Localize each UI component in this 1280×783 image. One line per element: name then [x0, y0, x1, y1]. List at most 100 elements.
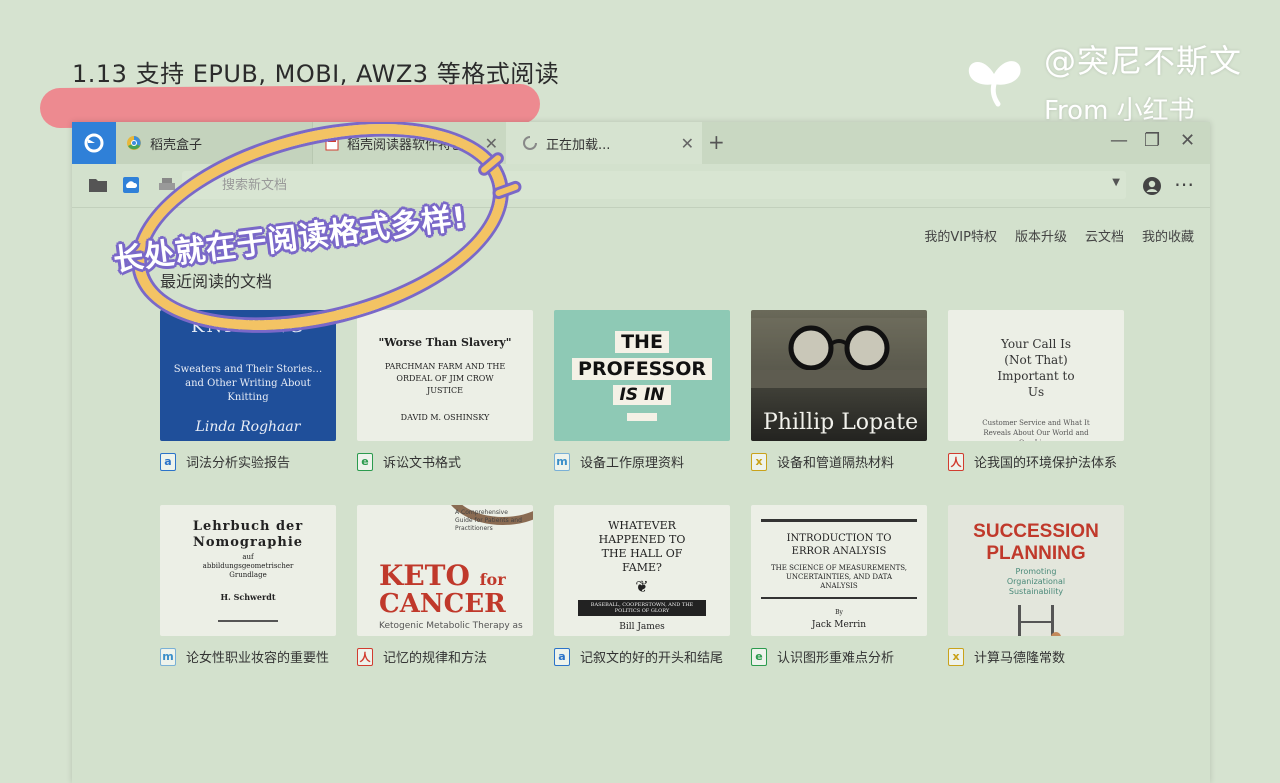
cover-by: By: [835, 609, 843, 616]
book-cover: Lehrbuch der Nomographie auf abbildungsg…: [160, 505, 336, 636]
document-card[interactable]: THE PROFESSOR IS IN m 设备工作原理资料: [554, 310, 730, 471]
quick-links: 我的VIP特权 版本升级 云文档 我的收藏: [924, 226, 1194, 245]
document-name: 设备工作原理资料: [580, 456, 685, 471]
cover-subtitle: Customer Service and What It Reveals Abo…: [982, 419, 1090, 441]
close-tab-icon[interactable]: ✕: [681, 134, 694, 153]
tab-loading[interactable]: 正在加载... ✕: [506, 122, 702, 164]
cover-author: DAVID M. OSHINSKY: [400, 413, 490, 422]
pdf-file-icon: 人: [357, 647, 373, 666]
document-card[interactable]: Your Call Is (Not That) Important to Us …: [948, 310, 1124, 471]
azw3-file-icon: x: [751, 452, 767, 471]
document-card[interactable]: A Comprehensive Guide for Patients and P…: [357, 505, 533, 666]
cover-rule: [218, 620, 278, 622]
document-card[interactable]: WHATEVER HAPPENED TO THE HALL OF FAME? ❦…: [554, 505, 730, 666]
restore-button[interactable]: ❐: [1144, 130, 1160, 151]
cover-subtitle: Sweaters and Their Stories…and Other Wri…: [173, 364, 323, 403]
chrome-icon: [127, 136, 141, 150]
cover-subtitle: THE SCIENCE OF MEASUREMENTS, UNCERTAINTI…: [770, 564, 908, 590]
document-name: 计算马德隆常数: [974, 651, 1066, 666]
document-card[interactable]: Lehrbuch der Nomographie auf abbildungsg…: [160, 505, 336, 666]
watermark-author: @突尼不斯文: [1043, 42, 1242, 80]
close-window-button[interactable]: ✕: [1180, 130, 1195, 151]
close-tab-icon[interactable]: ✕: [485, 134, 498, 153]
cloud-doc-icon[interactable]: [122, 176, 140, 194]
cover-author: Linda Roghaar: [195, 419, 301, 435]
minimize-button[interactable]: —: [1110, 130, 1128, 151]
cover-title: Lehrbuch der Nomographie: [192, 519, 304, 550]
cover-rule: [761, 519, 917, 522]
cover-title: Your Call Is (Not That) Important to Us: [997, 337, 1075, 399]
lectern-graphic: [627, 412, 657, 421]
document-name: 论我国的环境保护法体系: [974, 456, 1118, 471]
link-my-favorites[interactable]: 我的收藏: [1142, 226, 1194, 245]
link-vip-privileges[interactable]: 我的VIP特权: [924, 226, 997, 245]
word-file-icon: a: [160, 452, 176, 471]
cover-title: INTRODUCTION TO ERROR ANALYSIS: [786, 533, 892, 557]
document-card[interactable]: SUCCESSION PLANNING Promoting Organizati…: [948, 505, 1124, 666]
eyeglasses-graphic: [751, 318, 927, 388]
document-name: 论女性职业妆容的重要性: [186, 651, 330, 666]
cover-title: "Worse Than Slavery": [378, 336, 512, 349]
book-cover: SUCCESSION PLANNING Promoting Organizati…: [948, 505, 1124, 636]
more-options-icon[interactable]: ⋯: [1174, 172, 1194, 196]
book-cover: Your Call Is (Not That) Important to Us …: [948, 310, 1124, 441]
document-name: 记叙文的好的开头和结尾: [580, 651, 724, 666]
app-logo-icon: [84, 133, 104, 153]
folder-icon[interactable]: [88, 176, 108, 194]
cover-line: SUCCESSION: [973, 521, 1099, 542]
book-cover: WHATEVER HAPPENED TO THE HALL OF FAME? ❦…: [554, 505, 730, 636]
user-avatar-icon[interactable]: [1142, 176, 1162, 196]
link-version-upgrade[interactable]: 版本升级: [1015, 226, 1067, 245]
cover-author: Bill James: [619, 622, 665, 632]
cover-subtitle: Promoting Organizational Sustainability: [1006, 567, 1066, 596]
document-label: x 设备和管道隔热材料: [751, 452, 894, 471]
document-card[interactable]: Phillip Lopate x 设备和管道隔热材料: [751, 310, 927, 471]
document-label: x 计算马德隆常数: [948, 647, 1065, 666]
link-cloud-docs[interactable]: 云文档: [1085, 226, 1124, 245]
app-logo-button[interactable]: [72, 122, 116, 164]
cover-band: BASEBALL, COOPERSTOWN, AND THE POLITICS …: [578, 600, 706, 616]
document-label: e 诉讼文书格式: [357, 452, 461, 471]
document-card[interactable]: "Worse Than Slavery" PARCHMAN FARM AND T…: [357, 310, 533, 471]
mobi-file-icon: m: [160, 647, 176, 666]
book-cover: Phillip Lopate: [751, 310, 927, 441]
cover-line: KETO: [379, 559, 470, 592]
heart-doodle-icon: [968, 61, 1021, 107]
cover-subtitle: auf abbildungsgeometrischer Grundlage: [202, 553, 294, 579]
word-file-icon: a: [554, 647, 570, 666]
document-label: 人 记忆的规律和方法: [357, 647, 487, 666]
epub-file-icon: e: [751, 647, 767, 666]
new-tab-button[interactable]: +: [708, 130, 725, 154]
reader-window: 稻壳盒子 稻壳阅读器软件特色 ✕ 正在加载... ✕ + — ❐ ✕ 搜索新文档…: [72, 122, 1210, 783]
cover-line: THE: [615, 330, 669, 353]
goalpost-graphic: [1018, 605, 1061, 636]
print-icon[interactable]: [158, 176, 176, 194]
cover-line: PLANNING: [986, 543, 1086, 564]
cover-line: for: [479, 570, 506, 589]
document-name: 诉讼文书格式: [383, 456, 462, 471]
cover-subtitle: PARCHMAN FARM AND THE ORDEAL OF JIM CROW…: [384, 362, 506, 395]
cover-line: PROFESSOR: [572, 357, 712, 380]
book-cover: "Worse Than Slavery" PARCHMAN FARM AND T…: [357, 310, 533, 441]
cover-line: IS IN: [613, 384, 671, 405]
laurel-icon: ❦: [635, 577, 649, 596]
document-label: a 词法分析实验报告: [160, 452, 290, 471]
book-cover: THE PROFESSOR IS IN: [554, 310, 730, 441]
document-card[interactable]: INTRODUCTION TO ERROR ANALYSIS THE SCIEN…: [751, 505, 927, 666]
book-cover: A Comprehensive Guide for Patients and P…: [357, 505, 533, 636]
document-label: 人 论我国的环境保护法体系: [948, 452, 1117, 471]
epub-file-icon: e: [357, 452, 373, 471]
cover-author: H. Schwerdt: [220, 592, 276, 602]
cover-line: CANCER: [379, 589, 506, 619]
document-label: m 设备工作原理资料: [554, 452, 684, 471]
document-name: 记忆的规律和方法: [383, 651, 488, 666]
chevron-down-icon[interactable]: ▼: [1112, 177, 1120, 188]
book-cover: INTRODUCTION TO ERROR ANALYSIS THE SCIEN…: [751, 505, 927, 636]
cover-tag: A Comprehensive Guide for Patients and P…: [455, 509, 522, 532]
document-name: 认识图形重难点分析: [777, 651, 895, 666]
watermark: @突尼不斯文 From 小红书: [1044, 36, 1242, 127]
cover-title: WHATEVER HAPPENED TO THE HALL OF FAME?: [598, 519, 686, 574]
tab-label: 稻壳盒子: [150, 137, 203, 153]
pdf-file-icon: 人: [948, 452, 964, 471]
document-label: m 论女性职业妆容的重要性: [160, 647, 329, 666]
